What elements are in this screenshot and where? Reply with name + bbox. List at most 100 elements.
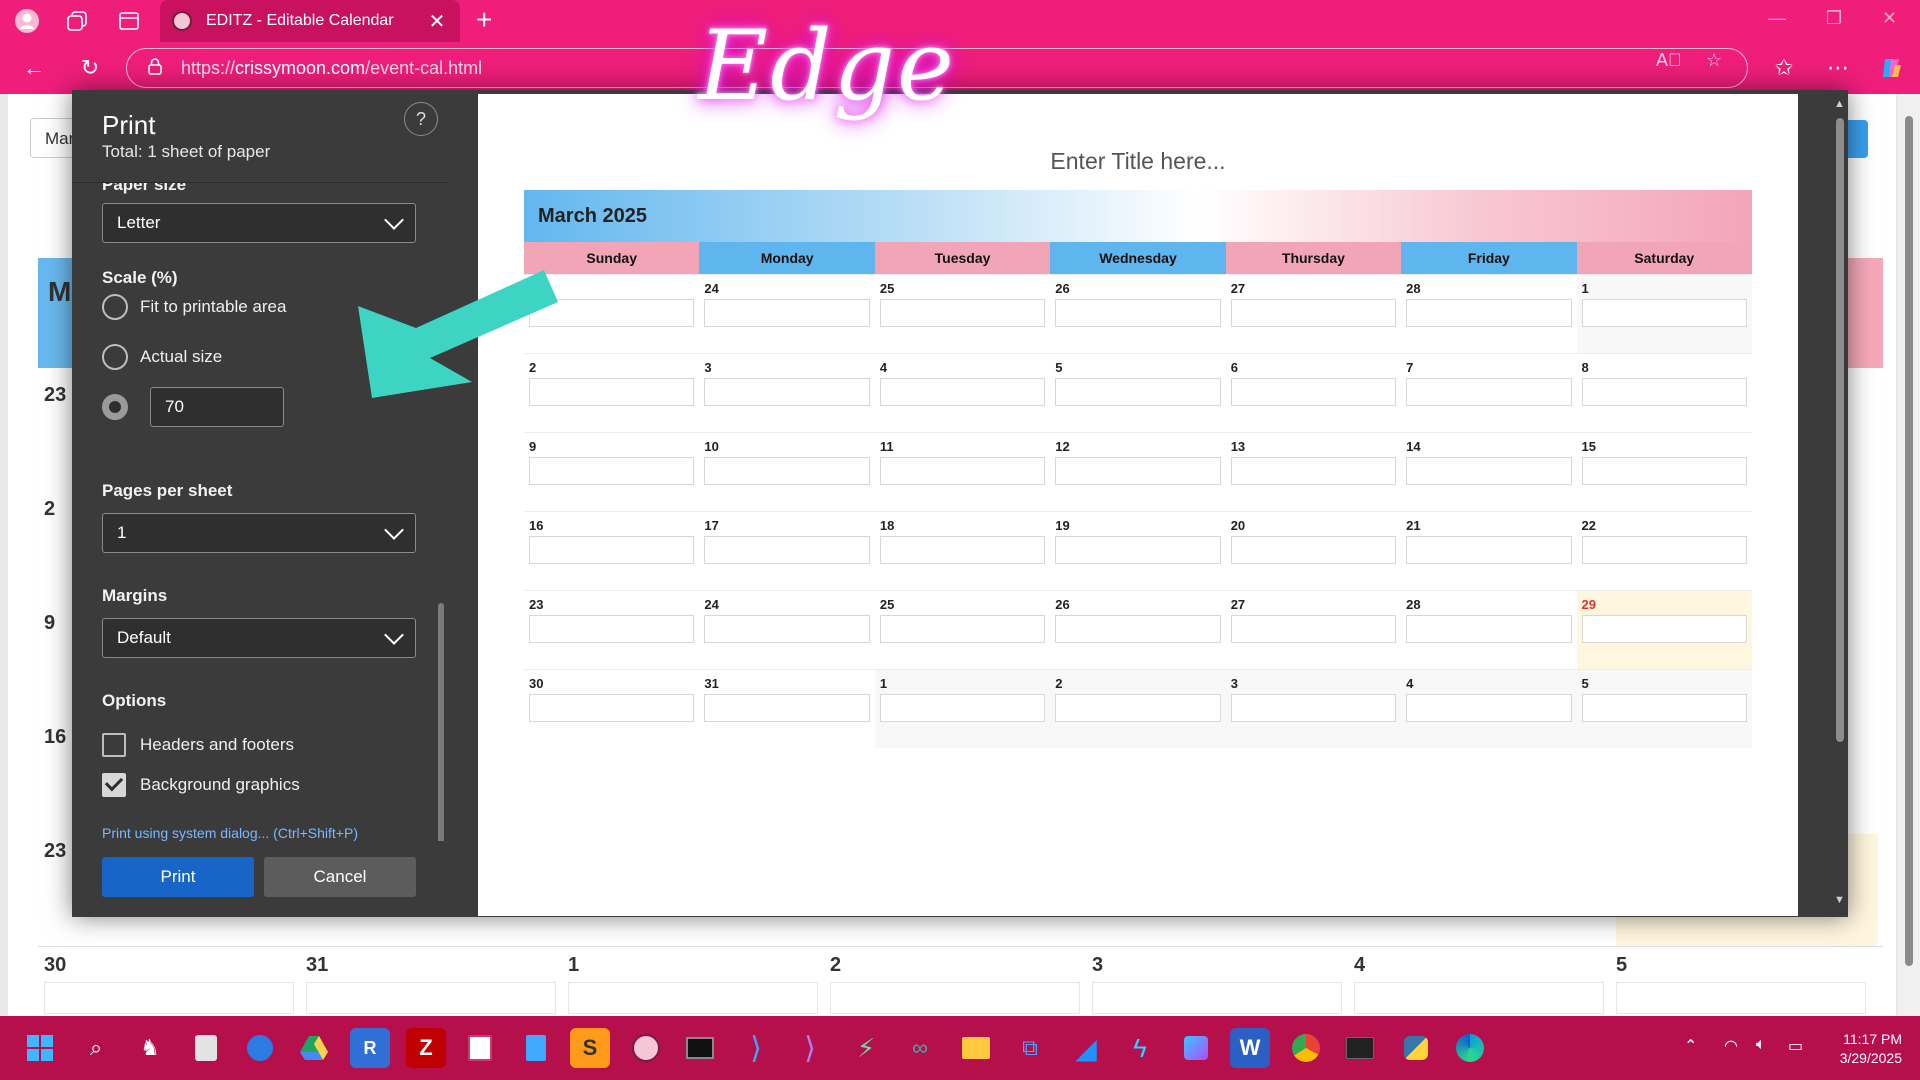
print-button[interactable]: Print <box>102 857 254 897</box>
workspaces-icon[interactable] <box>62 6 92 36</box>
event-input[interactable] <box>1230 299 1397 327</box>
notepad-icon[interactable] <box>516 1028 556 1068</box>
arduino-icon[interactable]: ∞ <box>900 1028 940 1068</box>
headers-footers-option[interactable]: Headers and footers <box>102 733 294 757</box>
file-explorer-icon[interactable] <box>956 1028 996 1068</box>
word-icon[interactable]: W <box>1230 1028 1270 1068</box>
radio-button[interactable] <box>102 294 128 320</box>
scale-input[interactable]: 70 <box>150 387 284 427</box>
event-input[interactable] <box>1581 694 1747 722</box>
event-input[interactable] <box>879 536 1046 564</box>
event-input[interactable] <box>704 378 870 406</box>
event-input[interactable] <box>1406 457 1572 485</box>
app-icon-bolt-2[interactable]: ϟ <box>1120 1028 1160 1068</box>
event-input[interactable] <box>1055 536 1221 564</box>
event-input[interactable] <box>1055 457 1221 485</box>
event-input[interactable] <box>1055 694 1221 722</box>
python-icon[interactable] <box>1396 1028 1436 1068</box>
margins-select[interactable]: Default <box>102 618 416 658</box>
minimize-icon[interactable]: — <box>1768 8 1786 29</box>
app-icon-wave[interactable]: ◢ <box>1066 1028 1106 1068</box>
app-icon-cube[interactable] <box>1176 1028 1216 1068</box>
event-input[interactable] <box>704 694 870 722</box>
favorites-icon[interactable]: ✩ <box>1768 52 1800 84</box>
avatar-app-icon[interactable] <box>626 1028 666 1068</box>
copilot-icon[interactable] <box>1876 52 1908 84</box>
background-graphics-option[interactable]: Background graphics <box>102 773 300 797</box>
app-icon-1[interactable]: ♞ <box>130 1028 170 1068</box>
event-input[interactable] <box>879 457 1046 485</box>
event-input[interactable] <box>1055 378 1221 406</box>
pages-per-sheet-select[interactable]: 1 <box>102 513 416 553</box>
chrome-icon[interactable] <box>1286 1028 1326 1068</box>
tab-actions-icon[interactable] <box>114 6 144 36</box>
wifi-icon[interactable]: ◠ <box>1724 1036 1738 1056</box>
radio-button[interactable] <box>102 344 128 370</box>
event-input[interactable] <box>704 536 870 564</box>
system-dialog-link[interactable]: Print using system dialog... (Ctrl+Shift… <box>102 825 358 841</box>
settings-scrollbar[interactable] <box>438 603 444 841</box>
event-input[interactable] <box>1581 536 1747 564</box>
event-input[interactable] <box>1406 299 1572 327</box>
event-input[interactable] <box>1581 615 1747 643</box>
filezilla-icon[interactable]: Z <box>406 1028 446 1068</box>
event-input[interactable] <box>704 457 870 485</box>
checkbox-checked[interactable] <box>102 773 126 797</box>
event-input[interactable] <box>1055 299 1221 327</box>
sublime-icon[interactable]: S <box>570 1028 610 1068</box>
event-input[interactable] <box>1406 615 1572 643</box>
browser-app-icon[interactable] <box>240 1028 280 1068</box>
bg-event-input[interactable] <box>568 982 818 1014</box>
scale-custom-option[interactable]: 70 <box>102 387 284 427</box>
cancel-button[interactable]: Cancel <box>264 857 416 897</box>
bg-event-input[interactable] <box>44 982 294 1014</box>
close-tab-icon[interactable]: ✕ <box>426 9 448 34</box>
more-icon[interactable]: ⋯ <box>1822 52 1854 84</box>
event-input[interactable] <box>1406 378 1572 406</box>
remote-desktop-icon[interactable]: R <box>350 1028 390 1068</box>
event-input[interactable] <box>704 299 870 327</box>
event-input[interactable] <box>879 299 1046 327</box>
scale-fit-option[interactable]: Fit to printable area <box>102 294 286 320</box>
page-scrollbar-thumb[interactable] <box>1905 116 1913 966</box>
back-icon[interactable]: ← <box>18 52 50 84</box>
restore-icon[interactable]: ❐ <box>1826 8 1842 29</box>
event-input[interactable] <box>704 615 870 643</box>
event-input[interactable] <box>529 457 695 485</box>
new-tab-icon[interactable]: + <box>476 4 492 36</box>
event-input[interactable] <box>1406 694 1572 722</box>
system-clock[interactable]: 11:17 PM 3/29/2025 <box>1828 1030 1902 1068</box>
bg-event-input[interactable] <box>830 982 1080 1014</box>
scale-actual-option[interactable]: Actual size <box>102 344 222 370</box>
event-input[interactable] <box>1230 457 1397 485</box>
vscode-icon[interactable]: ⟩ <box>736 1028 776 1068</box>
checkbox[interactable] <box>102 733 126 757</box>
event-input[interactable] <box>1581 457 1747 485</box>
bg-event-input[interactable] <box>1092 982 1342 1014</box>
windows-start-icon[interactable] <box>20 1028 60 1068</box>
event-input[interactable] <box>1230 378 1397 406</box>
tray-chevron-icon[interactable]: ⌃ <box>1684 1036 1697 1056</box>
event-input[interactable] <box>879 615 1046 643</box>
radio-button-selected[interactable] <box>102 394 128 420</box>
event-input[interactable] <box>529 615 695 643</box>
terminal-2-icon[interactable] <box>1340 1028 1380 1068</box>
scroll-up-icon[interactable]: ▲ <box>1834 98 1845 110</box>
preview-scrollbar-thumb[interactable] <box>1836 118 1844 742</box>
page-scrollbar[interactable] <box>1898 94 1920 1016</box>
help-icon[interactable]: ? <box>404 102 438 136</box>
event-input[interactable] <box>1230 694 1397 722</box>
app-icon-bolt[interactable]: ⚡ <box>846 1028 886 1068</box>
paint-icon[interactable] <box>460 1028 500 1068</box>
event-input[interactable] <box>1581 299 1747 327</box>
close-window-icon[interactable]: ✕ <box>1882 8 1897 29</box>
bg-event-input[interactable] <box>1616 982 1866 1014</box>
event-input[interactable] <box>879 694 1046 722</box>
drive-icon[interactable] <box>294 1028 334 1068</box>
refresh-icon[interactable]: ↻ <box>74 52 106 84</box>
battery-icon[interactable]: ▭ <box>1788 1036 1803 1056</box>
event-input[interactable] <box>1406 536 1572 564</box>
bg-event-input[interactable] <box>306 982 556 1014</box>
network-icon[interactable]: ⧉ <box>1010 1028 1050 1068</box>
visual-studio-icon[interactable]: ⟩ <box>790 1028 830 1068</box>
